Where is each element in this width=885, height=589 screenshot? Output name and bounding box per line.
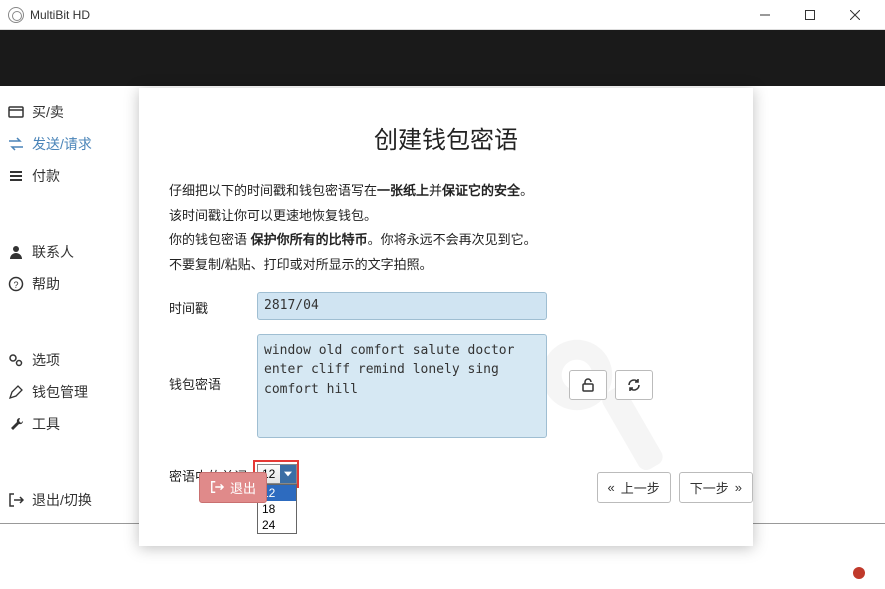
exit-label: 退出 [230,478,256,497]
sidebar: 买/卖 发送/请求 付款 联系人 ? 帮助 选项 [0,86,120,589]
exit-button[interactable]: 退出 [199,472,267,503]
phrase-textarea[interactable] [257,334,547,438]
minimize-button[interactable] [742,0,787,30]
sidebar-item-label: 发送/请求 [32,134,92,154]
sidebar-item-buysell[interactable]: 买/卖 [6,96,114,128]
sidebar-item-label: 联系人 [32,242,74,262]
create-phrase-dialog: 创建钱包密语 仔细把以下的时间戳和钱包密语写在一张纸上并保证它的安全。 该时间戳… [139,88,753,546]
refresh-button[interactable] [615,370,653,400]
sidebar-item-label: 选项 [32,350,60,370]
prev-button[interactable]: « 上一步 [597,472,671,503]
refresh-icon [626,377,642,393]
label-timestamp: 时间戳 [169,292,247,317]
instruction-line-3: 你的钱包密语 保护你所有的比特币。你将永远不会再次见到它。 [169,228,723,253]
wordcount-option[interactable]: 24 [258,517,296,533]
sidebar-item-payments[interactable]: 付款 [6,160,114,192]
sidebar-item-wallet-manage[interactable]: 钱包管理 [6,376,114,408]
sidebar-item-sendrequest[interactable]: 发送/请求 [6,128,114,160]
sidebar-item-label: 钱包管理 [32,382,88,402]
card-icon [8,104,24,120]
user-icon [8,244,24,260]
gears-icon [8,352,24,368]
instruction-line-4: 不要复制/粘贴、打印或对所显示的文字拍照。 [169,253,723,278]
list-icon [8,168,24,184]
wrench-icon [8,416,24,432]
transfer-icon [8,136,24,152]
instruction-line-1: 仔细把以下的时间戳和钱包密语写在一张纸上并保证它的安全。 [169,179,723,204]
titlebar: MultiBit HD [0,0,885,30]
window-title: MultiBit HD [30,8,742,22]
unlock-icon [580,377,596,393]
sidebar-item-exit[interactable]: 退出/切换 [6,484,114,516]
sidebar-item-label: 付款 [32,166,60,186]
app-icon [8,7,24,23]
close-button[interactable] [832,0,877,30]
sidebar-item-label: 帮助 [32,274,60,294]
header-band [0,30,885,86]
wordcount-option[interactable]: 18 [258,501,296,517]
help-icon: ? [8,276,24,292]
next-button[interactable]: 下一步 » [679,472,753,503]
chevrons-left: « [608,480,615,495]
sidebar-item-label: 工具 [32,414,60,434]
svg-text:?: ? [13,280,18,290]
sidebar-item-options[interactable]: 选项 [6,344,114,376]
sidebar-item-tools[interactable]: 工具 [6,408,114,440]
status-indicator [853,567,865,579]
signout-icon [8,492,24,508]
edit-icon [8,384,24,400]
next-label: 下一步 [690,478,729,497]
maximize-button[interactable] [787,0,832,30]
unlock-button[interactable] [569,370,607,400]
sidebar-item-label: 买/卖 [32,102,64,122]
signout-icon [210,480,224,494]
timestamp-input[interactable] [257,292,547,320]
sidebar-item-contacts[interactable]: 联系人 [6,236,114,268]
chevrons-right: » [735,480,742,495]
prev-label: 上一步 [621,478,660,497]
dialog-title: 创建钱包密语 [169,120,723,155]
label-phrase: 钱包密语 [169,334,247,393]
sidebar-item-label: 退出/切换 [32,490,92,510]
sidebar-item-help[interactable]: ? 帮助 [6,268,114,300]
instruction-line-2: 该时间戳让你可以更速地恢复钱包。 [169,204,723,229]
